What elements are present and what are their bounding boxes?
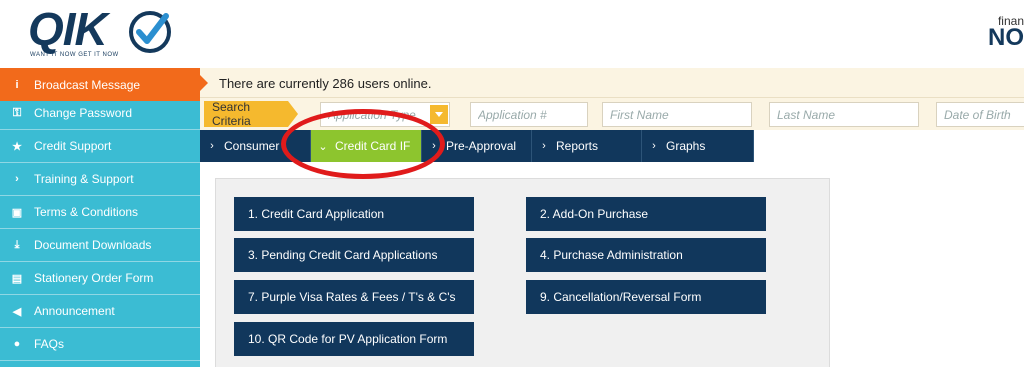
sidebar-item-label: FAQs (34, 337, 65, 351)
sidebar-item-label: Training & Support (34, 172, 134, 186)
logo-text: QIK (28, 3, 108, 55)
search-criteria-label: Search Criteria (204, 100, 288, 128)
key-icon: ⚿ (12, 106, 22, 119)
logo-check-icon (129, 11, 171, 53)
header: QIK WANT IT NOW GET IT NOW finan NO (0, 0, 1024, 68)
sidebar-item-label: Terms & Conditions (34, 205, 139, 219)
last-name-input[interactable] (770, 103, 918, 126)
star-icon: ★ (12, 140, 22, 153)
sidebar-item-terms-conditions[interactable]: ▣ Terms & Conditions (0, 196, 200, 229)
menu-purple-visa-rates-fees[interactable]: 7. Purple Visa Rates & Fees / T's & C's (234, 280, 474, 314)
application-type-select[interactable] (320, 102, 450, 127)
sidebar-item-credit-support[interactable]: ★ Credit Support (0, 130, 200, 163)
sidebar-item-label: Change Password (34, 106, 133, 120)
search-criteria-bar: Search Criteria (200, 98, 1024, 130)
chevron-down-icon: ⌄ (318, 140, 328, 153)
sidebar-item-label: Credit Support (34, 139, 112, 153)
menu-pending-credit-card-applications[interactable]: 3. Pending Credit Card Applications (234, 238, 474, 272)
logo-tagline: WANT IT NOW GET IT NOW (30, 52, 119, 58)
sidebar-item-label: Stationery Order Form (34, 271, 154, 285)
briefcase-icon: ▣ (11, 206, 23, 219)
tab-label: Consumer (224, 139, 280, 153)
chevron-right-icon: › (15, 173, 19, 185)
date-of-birth-input[interactable] (937, 103, 1024, 126)
info-icon: i (15, 78, 19, 91)
sidebar-item-training-support[interactable]: › Training & Support (0, 163, 200, 196)
sidebar-item-label: Document Downloads (34, 238, 152, 252)
online-users-message: There are currently 286 users online. (219, 76, 432, 91)
date-of-birth-field[interactable] (936, 102, 1024, 127)
credit-card-menu-panel: 1. Credit Card Application 2. Add-On Pur… (215, 178, 830, 367)
tab-label: Graphs (666, 139, 706, 153)
tab-label: Credit Card IF (335, 139, 411, 153)
download-icon: ⤓ (14, 238, 20, 251)
tab-label: Reports (556, 139, 599, 153)
chevron-right-icon: › (210, 140, 214, 152)
sidebar-item-change-password[interactable]: ⚿ Change Password (0, 97, 200, 130)
application-number-input[interactable] (471, 103, 587, 126)
sidebar: i Broadcast Message ⚿ Change Password ★ … (0, 68, 200, 367)
partner-brand-big: NO (988, 24, 1024, 51)
document-icon: ▤ (11, 272, 23, 285)
sidebar-item-document-downloads[interactable]: ⤓ Document Downloads (0, 229, 200, 262)
sidebar-item-label: Broadcast Message (34, 77, 141, 92)
megaphone-icon: ◀ (12, 305, 22, 318)
sidebar-item-label: Announcement (34, 304, 115, 318)
search-label-arrow-icon (288, 101, 298, 127)
page: QIK WANT IT NOW GET IT NOW finan NO i Br… (0, 0, 1024, 367)
menu-qr-code-pv-application-form[interactable]: 10. QR Code for PV Application Form (234, 322, 474, 356)
last-name-field[interactable] (769, 102, 919, 127)
arrow-pointer-icon (200, 75, 208, 91)
tab-consumer[interactable]: › Consumer (200, 130, 311, 162)
application-number-field[interactable] (470, 102, 588, 127)
chat-icon: ● (13, 338, 21, 350)
menu-add-on-purchase[interactable]: 2. Add-On Purchase (526, 197, 766, 231)
tab-graphs[interactable]: › Graphs (642, 130, 754, 162)
chevron-right-icon: › (432, 140, 436, 152)
chevron-down-icon[interactable] (430, 105, 448, 124)
sidebar-item-announcement[interactable]: ◀ Announcement (0, 295, 200, 328)
menu-cancellation-reversal-form[interactable]: 9. Cancellation/Reversal Form (526, 280, 766, 314)
tab-credit-card-if[interactable]: ⌄ Credit Card IF (311, 130, 422, 162)
menu-purchase-administration[interactable]: 4. Purchase Administration (526, 238, 766, 272)
sidebar-item-stationery-order-form[interactable]: ▤ Stationery Order Form (0, 262, 200, 295)
tab-label: Pre-Approval (446, 139, 517, 153)
first-name-field[interactable] (602, 102, 752, 127)
tab-pre-approval[interactable]: › Pre-Approval (422, 130, 532, 162)
chevron-right-icon: › (542, 140, 546, 152)
first-name-input[interactable] (603, 103, 751, 126)
product-tabs: › Consumer ⌄ Credit Card IF › Pre-Approv… (200, 130, 754, 162)
chevron-right-icon: › (652, 140, 656, 152)
menu-credit-card-application[interactable]: 1. Credit Card Application (234, 197, 474, 231)
broadcast-bar: There are currently 286 users online. (200, 68, 1024, 98)
sidebar-item-faqs[interactable]: ● FAQs (0, 328, 200, 361)
tab-reports[interactable]: › Reports (532, 130, 642, 162)
qik-logo[interactable]: QIK WANT IT NOW GET IT NOW (28, 6, 178, 62)
partner-brand: finan NO (988, 14, 1024, 52)
